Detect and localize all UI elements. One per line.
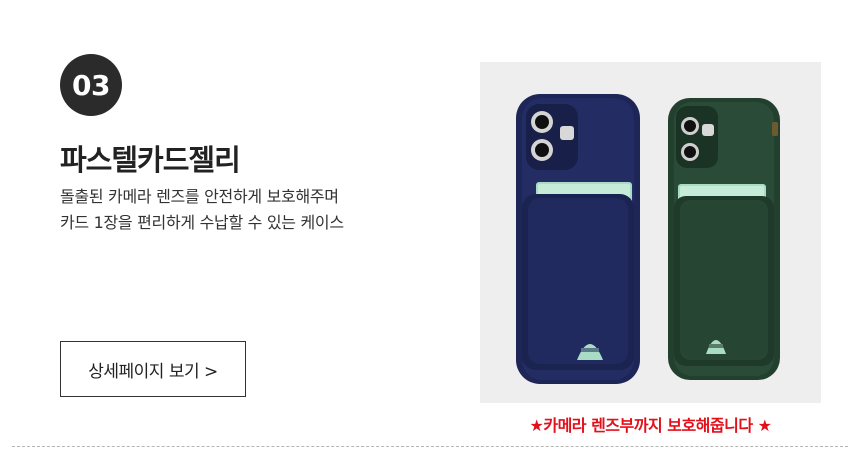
description-line-2: 카드 1장을 편리하게 수납할 수 있는 케이스 — [60, 213, 344, 232]
product-section: 03 파스텔카드젤리 돌출된 카메라 렌즈를 안전하게 보호해주며 카드 1장을… — [0, 0, 860, 450]
section-number-badge: 03 — [60, 54, 122, 116]
photo-caption: ★카메라 렌즈부까지 보호해줍니다 ★ — [529, 416, 772, 435]
product-description: 돌출된 카메라 렌즈를 안전하게 보호해주며 카드 1장을 편리하게 수납할 수… — [60, 184, 420, 236]
product-title: 파스텔카드젤리 — [60, 143, 241, 177]
view-detail-button[interactable]: 상세페이지 보기 > — [60, 341, 246, 397]
phone-cases-illustration — [516, 94, 780, 384]
green-phone-case — [668, 98, 780, 380]
navy-phone-case — [516, 94, 640, 384]
section-divider — [12, 446, 848, 447]
description-line-1: 돌출된 카메라 렌즈를 안전하게 보호해주며 — [60, 187, 339, 206]
product-photo — [480, 62, 821, 403]
